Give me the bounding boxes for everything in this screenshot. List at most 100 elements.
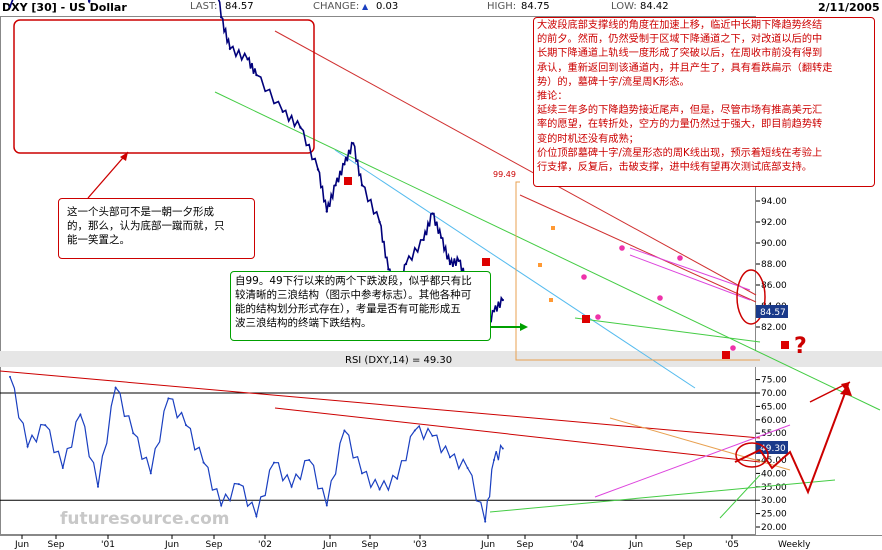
x-tick-label: Sep [206,540,223,550]
red-square-marker [582,315,590,323]
rsi-y-tick-label: 30.00 [761,496,787,506]
rsi-point [501,447,504,450]
rsi-y-tick-label: 35.00 [761,483,787,493]
orange-marker [551,226,555,230]
left-annotation-box: 这一个头部可不是一朝一夕形成 的，那么，认为底部一蹴而就，只 能一笑置之。 [58,198,255,259]
rsi-point [26,445,29,448]
red-square-marker [482,258,490,266]
rsi-y-tick-label: 70.00 [761,389,787,399]
rsi-point [255,515,258,518]
x-tick-label: Sep [517,540,534,550]
price-y-tick-label: 82.00 [761,323,787,333]
x-tick-label: Jun [480,540,495,550]
rsi-title: RSI (DXY,14) = 49.30 [345,355,452,366]
rsi-point [167,397,170,400]
question-mark: ? [794,334,807,359]
pink-marker [677,255,683,261]
x-tick-label: Jun [322,540,337,550]
price-point [448,262,452,266]
price-y-tick-label: 92.00 [761,218,787,228]
watermark: futuresource.com [60,509,230,529]
price-point [299,126,302,129]
x-tick-label: Sep [362,540,379,550]
price-point [431,212,434,215]
x-tick-label: Sep [48,540,65,550]
price-point [422,238,425,242]
x-tick-label: '03 [413,540,427,550]
rsi-point [290,485,293,488]
pink-marker [595,314,601,320]
rsi-point [308,459,311,461]
x-tick-label: Jun [628,540,643,550]
middle-annotation-box: 自99。49下行以来的两个下跌波段，似乎都只有比 较清晰的三浪结构（图示中参考标… [230,271,491,341]
rsi-point [413,429,416,432]
red-square-marker [344,177,352,185]
rsi-point [273,461,275,464]
x-tick-label: '01 [101,540,115,550]
rsi-point [493,459,495,461]
price-point [281,110,284,113]
rsi-value-badge-text: 49.30 [760,444,786,454]
pink-marker [730,345,736,351]
rsi-point [132,432,135,435]
rsi-point [484,520,487,523]
price-point [343,163,346,166]
price-point [378,220,381,224]
rsi-point [466,467,469,470]
rsi-point [449,456,451,459]
rsi-point [9,375,11,378]
rsi-point [325,504,328,507]
peak-label: 99.49 [493,170,516,179]
price-point [316,168,320,171]
rsi-y-tick-label: 20.00 [761,523,787,533]
rsi-point [343,429,346,432]
rsi-y-tick-label: 40.00 [761,469,787,479]
price-point [228,47,232,50]
price-point [8,5,12,8]
x-tick-label: Jun [14,540,29,550]
rsi-point [220,504,223,507]
price-y-tick-label: 88.00 [761,260,787,270]
orange-marker [538,263,542,267]
rsi-y-tick-label: 60.00 [761,416,787,426]
rsi-point [361,472,363,475]
price-point [457,259,460,263]
red-square-marker [781,341,789,349]
price-point [255,73,258,77]
price-point [246,58,249,61]
price-point [492,310,496,313]
price-point [352,142,355,145]
rsi-point [185,424,187,427]
orange-marker [549,298,553,302]
rsi-point [378,488,381,491]
rsi-point [431,434,434,437]
rsi-point [114,386,117,389]
pink-marker [619,245,625,251]
price-point [404,262,408,266]
price-point [88,0,91,3]
x-tick-label: Jun [164,540,179,550]
price-point [360,184,364,187]
rsi-y-tick-label: 25.00 [761,510,787,520]
x-tick-label: Sep [676,540,693,550]
rsi-y-tick-label: 65.00 [761,402,787,412]
x-tick-label: '02 [258,540,272,550]
rsi-point [396,477,399,480]
rsi-point [237,483,240,486]
x-tick-label: '04 [570,540,584,550]
price-point [325,210,328,213]
red-square-marker [722,351,730,359]
rsi-point [79,413,82,416]
pink-marker [581,274,587,280]
price-point [440,236,443,239]
price-y-tick-label: 94.00 [761,197,787,207]
price-point [501,298,504,302]
rsi-point [61,467,64,470]
last-price-badge-text: 84.57 [760,308,786,318]
rsi-point [149,472,152,475]
rsi-y-tick-label: 75.00 [761,376,787,386]
x-tick-label: Weekly [778,540,811,550]
right-annotation-box: 大波段底部支撑线的角度在加速上移，临近中长期下降趋势终结 的前夕。然而，仍然受制… [533,17,875,187]
rsi-point [202,461,205,464]
price-y-tick-label: 90.00 [761,239,787,249]
